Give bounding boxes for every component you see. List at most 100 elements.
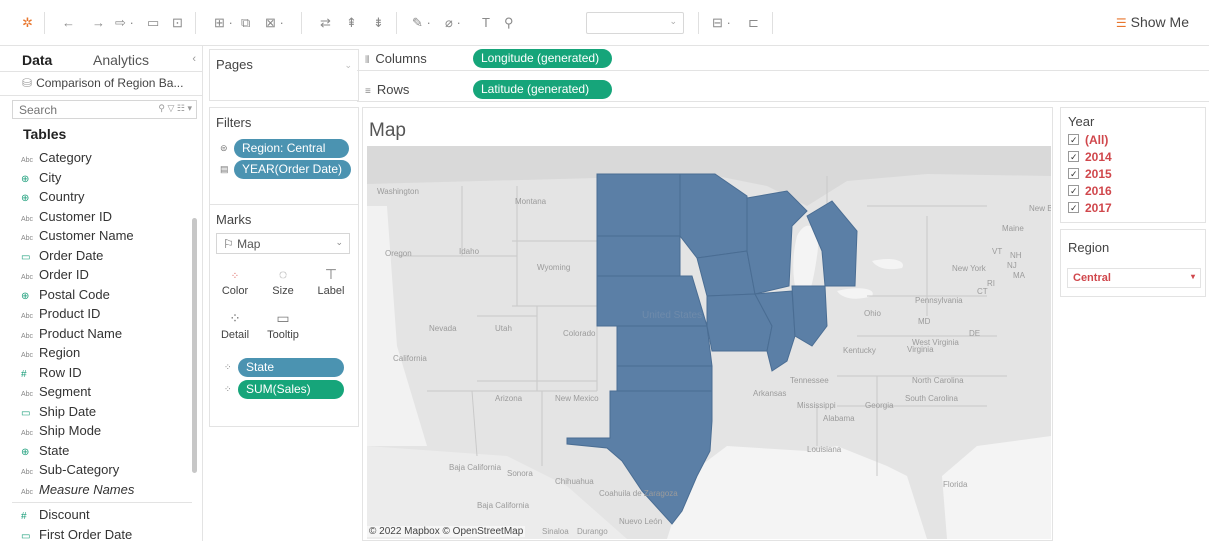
group-icon[interactable]: ⌀ · [445, 14, 461, 32]
label-button[interactable]: ⊤Label [310, 263, 352, 305]
field-item[interactable]: AbcSegment [0, 382, 202, 402]
field-item[interactable]: AbcMeasure Names [0, 480, 202, 500]
field-item[interactable]: AbcCustomer ID [0, 207, 202, 227]
map-place-label: Nevada [429, 324, 457, 333]
columns-icon: ⦀ [365, 55, 369, 66]
field-item[interactable]: ⊕Postal Code [0, 285, 202, 305]
size-button[interactable]: ◌Size [262, 263, 304, 305]
rows-shelf[interactable]: ≡Rows Latitude (generated) [357, 77, 1209, 102]
map-place-label: RI [987, 279, 995, 288]
field-item[interactable]: #Row ID [0, 363, 202, 383]
field-item[interactable]: ⊕City [0, 168, 202, 188]
field-item[interactable]: AbcSub-Category [0, 460, 202, 480]
map-place-label: Durango [577, 527, 608, 536]
new-worksheet-icon[interactable]: ⊞ · [214, 14, 233, 32]
field-item[interactable]: AbcOrder ID [0, 265, 202, 285]
map-place-label: Washington [377, 187, 419, 196]
show-me-button[interactable]: ☰Show Me [1116, 14, 1189, 30]
map[interactable]: WashingtonMontanaOregonIdahoWyomingNevad… [367, 146, 1051, 539]
map-place-label: VT [992, 247, 1002, 256]
number-icon: # [21, 507, 39, 527]
tableau-logo-icon[interactable]: ✲ [22, 14, 33, 32]
tooltip-bubble-icon: ▭ [262, 307, 304, 329]
field-item[interactable]: ⊕Country [0, 187, 202, 207]
datasource-item[interactable]: ⛁Comparison of Region Ba... [0, 72, 202, 96]
detail-button[interactable]: ⁘Detail [214, 307, 256, 349]
field-item[interactable]: AbcCustomer Name [0, 226, 202, 246]
sort-asc-icon[interactable]: ⇞ [346, 14, 357, 32]
field-item[interactable]: ⊕State [0, 441, 202, 461]
year-checkbox-item[interactable]: 2014 [1061, 149, 1205, 166]
save-icon[interactable]: ▭ [147, 14, 159, 32]
forward-icon[interactable]: → [92, 14, 105, 32]
checkbox-icon[interactable] [1068, 185, 1079, 196]
tooltip-button[interactable]: ▭Tooltip [262, 307, 304, 349]
collapse-pane-icon[interactable]: ‹ [192, 53, 196, 65]
filter-pill-region[interactable]: Region: Central [234, 139, 349, 158]
map-place-label: Arkansas [753, 389, 786, 398]
map-place-label: United States [642, 310, 702, 321]
mark-pill-sales[interactable]: SUM(Sales) [238, 380, 344, 399]
checkbox-icon[interactable] [1068, 151, 1079, 162]
duplicate-icon[interactable]: ⧉ [241, 14, 250, 32]
color-button[interactable]: ⁘Color [214, 263, 256, 305]
field-item[interactable]: AbcProduct Name [0, 324, 202, 344]
sort-desc-icon[interactable]: ⇟ [373, 14, 384, 32]
back-icon[interactable]: ← [62, 14, 75, 32]
tab-analytics[interactable]: Analytics [93, 52, 149, 68]
clear-icon[interactable]: ⊠ · [265, 14, 284, 32]
scrollbar[interactable] [192, 218, 197, 473]
map-place-label: Sonora [507, 469, 533, 478]
globe-icon: ⊕ [21, 189, 39, 209]
tooltip-icon[interactable]: ⊏ [748, 14, 759, 32]
year-filter-title: Year [1061, 108, 1205, 132]
field-item[interactable]: AbcCategory [0, 148, 202, 168]
checkbox-icon[interactable] [1068, 134, 1079, 145]
year-checkbox-item[interactable]: (All) [1061, 132, 1205, 149]
field-item[interactable]: AbcProduct ID [0, 304, 202, 324]
shelves-pane: Pages ⌄ Filters ⊜ Region: Central ▤ YEAR… [204, 46, 357, 541]
rows-pill[interactable]: Latitude (generated) [473, 80, 612, 99]
map-place-label: Mississippi [797, 401, 836, 410]
year-checkbox-item[interactable]: 2016 [1061, 183, 1205, 200]
redo-icon[interactable]: ⇨ · [115, 14, 134, 32]
pages-title: Pages [210, 50, 358, 72]
map-place-label: Georgia [865, 401, 894, 410]
label-icon[interactable]: T [482, 14, 490, 32]
map-place-label: Idaho [459, 247, 480, 256]
rows-icon: ≡ [365, 86, 371, 97]
fit-dropdown[interactable]: ⌄ [586, 12, 684, 34]
year-filter-card: Year (All)2014201520162017 [1060, 107, 1206, 223]
show-me-icon: ☰ [1116, 16, 1127, 30]
chevron-down-icon[interactable]: ⌄ [344, 60, 352, 71]
marks-card: Marks ⚐ Map⌄ ⁘Color ◌Size ⊤Label ⁘Detail… [209, 204, 359, 427]
filter-pill-year[interactable]: YEAR(Order Date) [234, 160, 351, 179]
year-checkbox-item[interactable]: 2015 [1061, 166, 1205, 183]
search-tools-icons[interactable]: ⚲ ▽ ☷ ▾ [158, 103, 192, 114]
field-item[interactable]: ▭First Order Date [0, 525, 202, 545]
mark-type-dropdown[interactable]: ⚐ Map⌄ [216, 233, 350, 254]
field-item[interactable]: AbcRegion [0, 343, 202, 363]
presentation-icon[interactable]: ⊟ · [712, 14, 731, 32]
data-pane: Data Analytics ‹ ⛁Comparison of Region B… [0, 46, 203, 541]
year-checkbox-item[interactable]: 2017 [1061, 200, 1205, 217]
columns-pill[interactable]: Longitude (generated) [473, 49, 612, 68]
swap-icon[interactable]: ⇄ [320, 14, 331, 32]
map-place-label: New York [952, 264, 987, 273]
field-item[interactable]: ▭Order Date [0, 246, 202, 266]
map-place-label: Kentucky [843, 346, 876, 355]
highlight-icon[interactable]: ✎ · [412, 14, 431, 32]
pin-icon[interactable]: ⚲ [504, 14, 514, 32]
field-item[interactable]: #Discount [0, 505, 202, 525]
label-icon: ⊤ [310, 263, 352, 285]
checkbox-icon[interactable] [1068, 202, 1079, 213]
field-item[interactable]: AbcShip Mode [0, 421, 202, 441]
new-datasource-icon[interactable]: ⊡ [172, 14, 183, 32]
checkbox-icon[interactable] [1068, 168, 1079, 179]
columns-shelf[interactable]: ⦀Columns Longitude (generated) [357, 46, 1209, 71]
mark-pill-state[interactable]: State [238, 358, 344, 377]
field-item[interactable]: ▭Ship Date [0, 402, 202, 422]
region-filter-dropdown[interactable]: Central▾ [1067, 268, 1201, 288]
pages-shelf[interactable]: Pages ⌄ [209, 49, 359, 101]
tab-data[interactable]: Data [22, 52, 52, 68]
